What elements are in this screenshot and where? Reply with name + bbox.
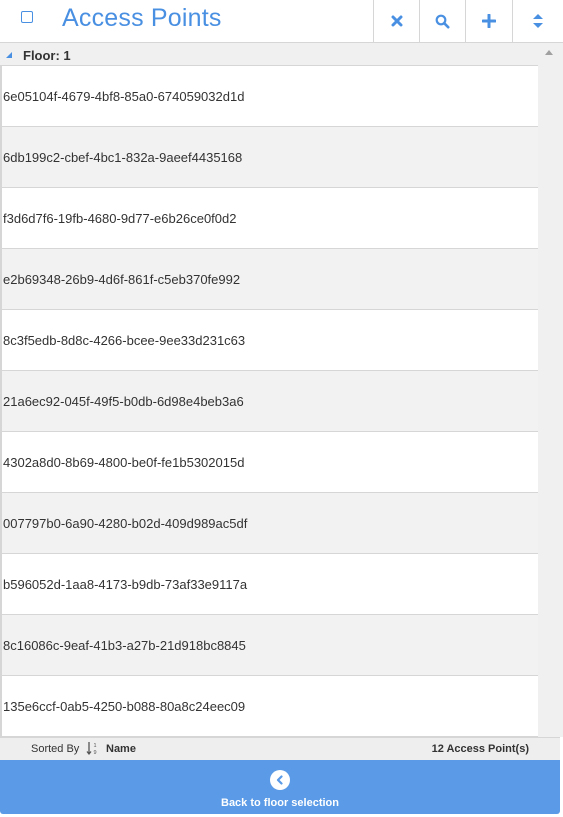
access-point-list: Floor: 1 6e05104f-4679-4bf8-85a0-6740590… [0,43,563,737]
back-to-floor-selection-button[interactable]: Back to floor selection [0,760,560,814]
collapse-triangle-icon [6,52,12,58]
sort-ascending-icon: 1 9 [86,741,102,759]
plus-icon [481,14,496,28]
access-point-id: 8c16086c-9eaf-41b3-a27b-21d918bc8845 [3,637,246,653]
sort-field-label[interactable]: Name [106,743,136,755]
add-button[interactable] [465,0,511,42]
list-item[interactable]: 8c16086c-9eaf-41b3-a27b-21d918bc8845 [0,615,538,676]
clear-button[interactable] [373,0,419,42]
search-icon [435,14,450,29]
access-point-id: 6db199c2-cbef-4bc1-832a-9aeef4435168 [3,149,243,165]
back-button-label: Back to floor selection [221,797,339,809]
rows-container: 6e05104f-4679-4bf8-85a0-674059032d1d 6db… [0,66,538,737]
chevron-left-icon [270,770,290,790]
access-point-id: f3d6d7f6-19fb-4680-9d77-e6b26ce0f0d2 [3,210,237,226]
vertical-scrollbar[interactable] [538,43,560,737]
sorted-by-label: Sorted By [31,743,80,755]
svg-text:9: 9 [94,750,97,756]
search-button[interactable] [419,0,465,42]
list-item[interactable]: 135e6ccf-0ab5-4250-b088-80a8c24eec09 [0,676,538,737]
list-item[interactable]: 6e05104f-4679-4bf8-85a0-674059032d1d [0,66,538,127]
access-point-id: 4302a8d0-8b69-4800-be0f-fe1b5302015d [3,454,245,470]
svg-text:1: 1 [94,743,97,749]
list-item[interactable]: 4302a8d0-8b69-4800-be0f-fe1b5302015d [0,432,538,493]
list-item[interactable]: 21a6ec92-045f-49f5-b0db-6d98e4beb3a6 [0,371,538,432]
page-title: Access Points [62,4,222,32]
access-point-id: 8c3f5edb-8d8c-4266-bcee-9ee33d231c63 [3,332,246,348]
access-point-id: 135e6ccf-0ab5-4250-b088-80a8c24eec09 [3,698,246,714]
group-label: Floor: 1 [23,48,71,63]
select-all-checkbox[interactable] [21,11,33,23]
close-icon [391,15,403,27]
sort-icon [533,14,543,28]
group-header-floor[interactable]: Floor: 1 [0,43,538,66]
list-item[interactable]: b596052d-1aa8-4173-b9db-73af33e9117a [0,554,538,615]
access-point-id: 007797b0-6a90-4280-b02d-409d989ac5df [3,515,248,531]
access-point-id: 21a6ec92-045f-49f5-b0db-6d98e4beb3a6 [3,393,244,409]
list-item[interactable]: f3d6d7f6-19fb-4680-9d77-e6b26ce0f0d2 [0,188,538,249]
list-item[interactable]: e2b69348-26b9-4d6f-861f-c5eb370fe992 [0,249,538,310]
access-point-id: e2b69348-26b9-4d6f-861f-c5eb370fe992 [3,271,241,287]
scroll-up-arrow-icon[interactable] [545,50,553,55]
sort-button[interactable] [512,0,563,42]
access-point-id: b596052d-1aa8-4173-b9db-73af33e9117a [3,576,248,592]
list-item[interactable]: 6db199c2-cbef-4bc1-832a-9aeef4435168 [0,127,538,188]
list-item[interactable]: 007797b0-6a90-4280-b02d-409d989ac5df [0,493,538,554]
status-bar: Sorted By 1 9 Name 12 Access Point(s) [0,737,560,760]
header-bar: Access Points [0,0,563,43]
access-point-id: 6e05104f-4679-4bf8-85a0-674059032d1d [3,88,245,104]
list-item[interactable]: 8c3f5edb-8d8c-4266-bcee-9ee33d231c63 [0,310,538,371]
item-count: 12 Access Point(s) [431,743,529,755]
